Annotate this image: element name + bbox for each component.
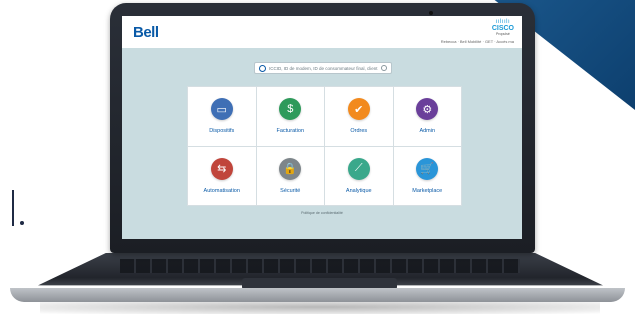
tile-label: Automatisation — [203, 187, 240, 194]
cisco-subtitle: Propulsé — [496, 32, 510, 36]
tile-label: Analytique — [345, 187, 372, 194]
chart-icon: ⟋ — [347, 157, 370, 180]
privacy-link[interactable]: Politique de confidentialité — [122, 211, 522, 215]
dollar-icon: $ — [279, 98, 302, 121]
module-grid: ▭ Dispositifs $ Facturation ✔ Ordres ⚙ Admin… — [187, 86, 462, 206]
clear-icon[interactable] — [381, 65, 387, 71]
sim-card-icon: ▭ — [210, 98, 233, 121]
laptop-screen: Bell ıılıılı CISCO Propulsé Rebecca ∙ Be… — [122, 16, 522, 239]
tile-admin[interactable]: ⚙ Admin — [393, 87, 461, 146]
lock-icon: 🔒 — [279, 157, 302, 180]
tile-securite[interactable]: 🔒 Sécurité — [256, 146, 324, 205]
search-bar[interactable]: ICCID, ID de modem, ID de consommateur f… — [254, 62, 392, 74]
tile-marketplace[interactable]: 🛒 Marketplace — [393, 146, 461, 205]
tile-dispositifs[interactable]: ▭ Dispositifs — [188, 87, 256, 146]
tile-automatisation[interactable]: ⇆ Automatisation — [188, 146, 256, 205]
page-mark-bar — [12, 190, 14, 226]
tile-label: Admin — [419, 128, 436, 135]
app-header: Bell ıılıılı CISCO Propulsé Rebecca ∙ Be… — [122, 16, 522, 48]
cisco-logo: ıılıılı CISCO Propulsé — [492, 19, 514, 37]
tile-label: Dispositifs — [209, 128, 235, 135]
tile-facturation[interactable]: $ Facturation — [256, 87, 324, 146]
header-links[interactable]: Rebecca ∙ Bell Mobilité · GET · Accès ma — [441, 39, 514, 44]
search-input[interactable]: ICCID, ID de modem, ID de consommateur f… — [269, 66, 381, 71]
search-icon — [259, 64, 266, 72]
tile-label: Marketplace — [412, 187, 443, 194]
bell-logo[interactable]: Bell — [133, 24, 159, 41]
page-mark — [12, 190, 28, 230]
checklist-icon: ✔ — [347, 98, 370, 121]
laptop-shadow — [40, 300, 600, 314]
laptop-base-lip — [10, 288, 625, 302]
cart-icon: 🛒 — [416, 157, 439, 180]
tile-label: Facturation — [276, 128, 304, 135]
tile-analytique[interactable]: ⟋ Analytique — [325, 146, 393, 205]
arrows-exchange-icon: ⇆ — [210, 157, 233, 180]
camera-icon — [429, 11, 433, 15]
page-mark-dot — [20, 221, 24, 225]
tile-label: Ordres — [350, 128, 368, 135]
cisco-wordmark: CISCO — [491, 25, 514, 32]
tile-ordres[interactable]: ✔ Ordres — [325, 87, 393, 146]
tile-label: Sécurité — [280, 187, 301, 194]
gear-icon: ⚙ — [416, 98, 439, 121]
laptop-keyboard — [120, 259, 520, 273]
